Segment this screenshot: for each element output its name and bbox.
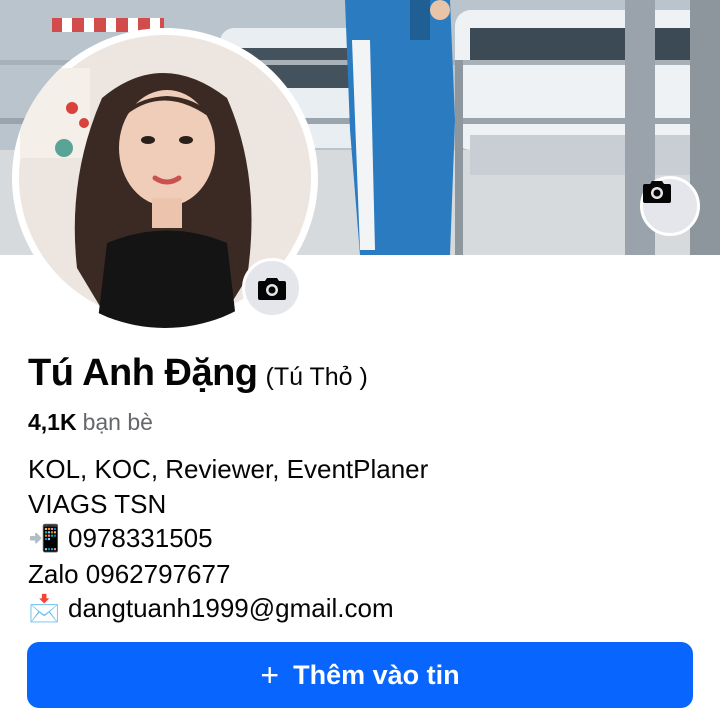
envelope-arrow-icon: 📩 <box>28 594 61 624</box>
add-to-story-label: Thêm vào tin <box>293 659 460 690</box>
profile-alternate-name: (Tú Thỏ ) <box>265 363 368 391</box>
camera-icon <box>643 181 671 203</box>
bio-line-phone: 📲 0978331505 <box>28 521 428 557</box>
bio-line-roles: KOL, KOC, Reviewer, EventPlaner <box>28 454 429 484</box>
bio-line-zalo: Zalo 0962797677 <box>28 558 231 589</box>
friends-count-link[interactable]: 4,1K bạn bè <box>28 409 153 436</box>
edit-profile-picture-button[interactable] <box>242 258 302 318</box>
plus-icon: + <box>260 657 280 693</box>
bio-line-email: 📩 dangtuanh1999@gmail.com <box>28 591 428 627</box>
profile-name: Tú Anh Đặng <box>28 352 258 394</box>
profile-name-row: Tú Anh Đặng (Tú Thỏ ) <box>28 352 368 395</box>
edit-cover-photo-button[interactable] <box>640 176 700 236</box>
friends-count: 4,1K <box>28 409 77 435</box>
mobile-phone-arrow-icon: 📲 <box>28 524 61 554</box>
add-to-story-button[interactable]: + Thêm vào tin <box>27 642 693 708</box>
bio-phone-number: 0978331505 <box>68 523 213 553</box>
profile-bio: KOL, KOC, Reviewer, EventPlaner VIAGS TS… <box>28 452 428 627</box>
friends-label: bạn bè <box>82 409 153 435</box>
camera-icon <box>258 278 286 300</box>
bio-line-workplace: VIAGS TSN <box>28 488 167 519</box>
bio-email: dangtuanh1999@gmail.com <box>68 593 394 623</box>
